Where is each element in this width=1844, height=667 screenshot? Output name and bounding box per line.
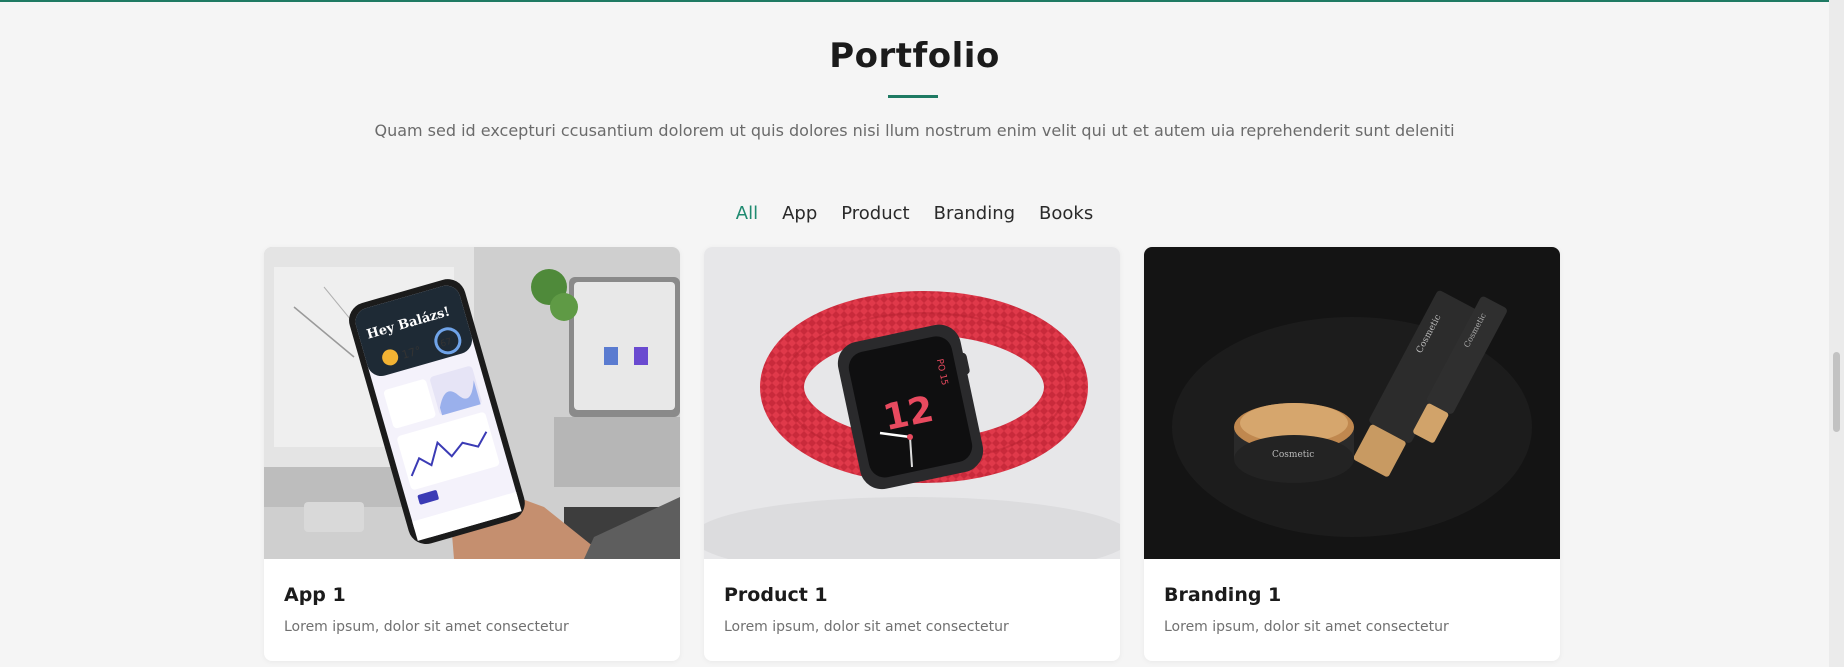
- phone-app-photo: Hey Balázs! 17° 67: [264, 247, 680, 559]
- card-image-smartwatch[interactable]: 12 PO 15: [704, 247, 1120, 559]
- cosmetic-products-photo: Cosmetic Cosmetic Cosmetic: [1144, 247, 1560, 559]
- card-title[interactable]: App 1: [284, 584, 660, 606]
- portfolio-card-branding-1[interactable]: Cosmetic Cosmetic Cosmetic Branding 1 Lo…: [1144, 247, 1560, 661]
- portfolio-card-app-1[interactable]: Hey Balázs! 17° 67 App 1 Lorem ipsum, do…: [264, 247, 680, 661]
- card-title[interactable]: Product 1: [724, 584, 1100, 606]
- section-title: Portfolio: [829, 36, 1000, 76]
- portfolio-filters: All App Product Branding Books: [0, 203, 1829, 224]
- section-subtitle: Quam sed id excepturi ccusantium dolorem…: [374, 121, 1455, 140]
- filter-all[interactable]: All: [736, 203, 758, 224]
- card-image-cosmetics[interactable]: Cosmetic Cosmetic Cosmetic: [1144, 247, 1560, 559]
- card-title[interactable]: Branding 1: [1164, 584, 1540, 606]
- top-accent-line: [0, 0, 1829, 2]
- filter-branding[interactable]: Branding: [934, 203, 1015, 224]
- portfolio-card-product-1[interactable]: 12 PO 15 Product 1 Lorem ipsum, dolor si…: [704, 247, 1120, 661]
- card-image-phone-app[interactable]: Hey Balázs! 17° 67: [264, 247, 680, 559]
- jar-label: Cosmetic: [1272, 450, 1314, 460]
- card-text: Lorem ipsum, dolor sit amet consectetur: [284, 619, 569, 635]
- red-smartwatch-photo: 12 PO 15: [704, 247, 1120, 559]
- filter-app[interactable]: App: [782, 203, 817, 224]
- card-text: Lorem ipsum, dolor sit amet consectetur: [724, 619, 1009, 635]
- filter-books[interactable]: Books: [1039, 203, 1093, 224]
- scrollbar-thumb[interactable]: [1833, 352, 1840, 432]
- card-text: Lorem ipsum, dolor sit amet consectetur: [1164, 619, 1449, 635]
- title-underline: [888, 95, 938, 98]
- filter-product[interactable]: Product: [841, 203, 909, 224]
- page-scrollbar[interactable]: [1829, 0, 1844, 667]
